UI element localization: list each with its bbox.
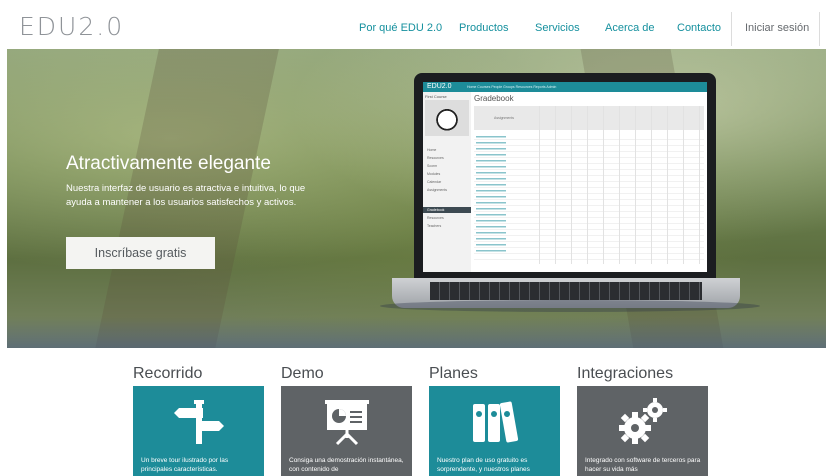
nav-servicios[interactable]: Servicios <box>535 22 580 34</box>
course-avatar-panda <box>425 100 469 136</box>
sidebar-item: Resources <box>427 156 444 160</box>
feature-title-planes[interactable]: Planes <box>429 365 478 383</box>
nav-divider-right <box>819 12 820 46</box>
login-link[interactable]: Iniciar sesión <box>745 22 809 34</box>
presentation-board-icon <box>325 400 369 446</box>
gears-icon <box>619 398 667 444</box>
assignments-label: Assignments <box>494 116 515 120</box>
site-header: EDU2.0 Por qué EDU 2.0 Productos Servici… <box>0 0 826 54</box>
feature-text-planes: Nuestro plan de uso gratuito es sorprend… <box>437 457 530 473</box>
feature-card-demo[interactable]: Consiga una demostración instantánea, co… <box>281 386 412 476</box>
feature-card-planes[interactable]: Nuestro plan de uso gratuito es sorprend… <box>429 386 560 476</box>
app-topbar: EDU2.0 Home Courses People Groups Resour… <box>423 82 707 92</box>
laptop-shadow <box>380 300 760 312</box>
sidebar-item: Teachers <box>427 224 442 228</box>
feature-text-demo: Consiga una demostración instantánea, co… <box>289 457 404 473</box>
sidebar-item: Assignments <box>427 188 448 192</box>
app-menu: Home Courses People Groups Resources Rep… <box>467 85 557 89</box>
feature-card-integraciones[interactable]: Integrado con software de terceros para … <box>577 386 708 476</box>
binders-icon <box>473 401 519 443</box>
hero-table-surface <box>7 317 826 348</box>
feature-card-recorrido[interactable]: Un breve tour ilustrado por las principa… <box>133 386 264 476</box>
gradebook-heading: Gradebook <box>474 94 514 103</box>
sidebar-item: Scorm <box>427 164 438 168</box>
app-logo: EDU2.0 <box>427 83 452 90</box>
gradebook-main: Gradebook Assignments <box>474 94 704 269</box>
nav-contacto[interactable]: Contacto <box>677 22 721 34</box>
sidebar-item: Gradebook <box>427 208 445 212</box>
nav-acerca-de[interactable]: Acerca de <box>605 22 655 34</box>
app-course-name: First Course <box>425 94 447 99</box>
sidebar-item: Resources <box>427 216 444 220</box>
gradebook-preview: EDU2.0 Home Courses People Groups Resour… <box>423 82 707 272</box>
app-sidebar: First Course Home Resources Scorm Module… <box>423 92 471 272</box>
site-logo[interactable]: EDU2.0 <box>19 12 124 41</box>
signpost-icon <box>174 400 224 444</box>
student-names <box>476 136 506 256</box>
feature-text-integraciones: Integrado con software de terceros para … <box>585 457 701 473</box>
feature-title-recorrido[interactable]: Recorrido <box>133 365 202 383</box>
nav-divider <box>731 12 732 46</box>
gradebook-columns <box>524 106 704 264</box>
hero-title: Atractivamente elegante <box>66 153 271 174</box>
sidebar-item: Home <box>427 148 437 152</box>
signup-button[interactable]: Inscríbase gratis <box>66 237 215 269</box>
laptop-screen: EDU2.0 Home Courses People Groups Resour… <box>414 73 716 278</box>
feature-title-demo[interactable]: Demo <box>281 365 324 383</box>
feature-text-recorrido: Un breve tour ilustrado por las principa… <box>141 457 229 473</box>
nav-productos[interactable]: Productos <box>459 22 509 34</box>
sidebar-item: Modules <box>427 172 441 176</box>
laptop-keyboard <box>430 282 702 300</box>
feature-title-integraciones[interactable]: Integraciones <box>577 365 673 383</box>
nav-por-que[interactable]: Por qué EDU 2.0 <box>359 22 442 34</box>
hero-description: Nuestra interfaz de usuario es atractiva… <box>66 183 306 208</box>
sidebar-item: Calendar <box>427 180 442 184</box>
